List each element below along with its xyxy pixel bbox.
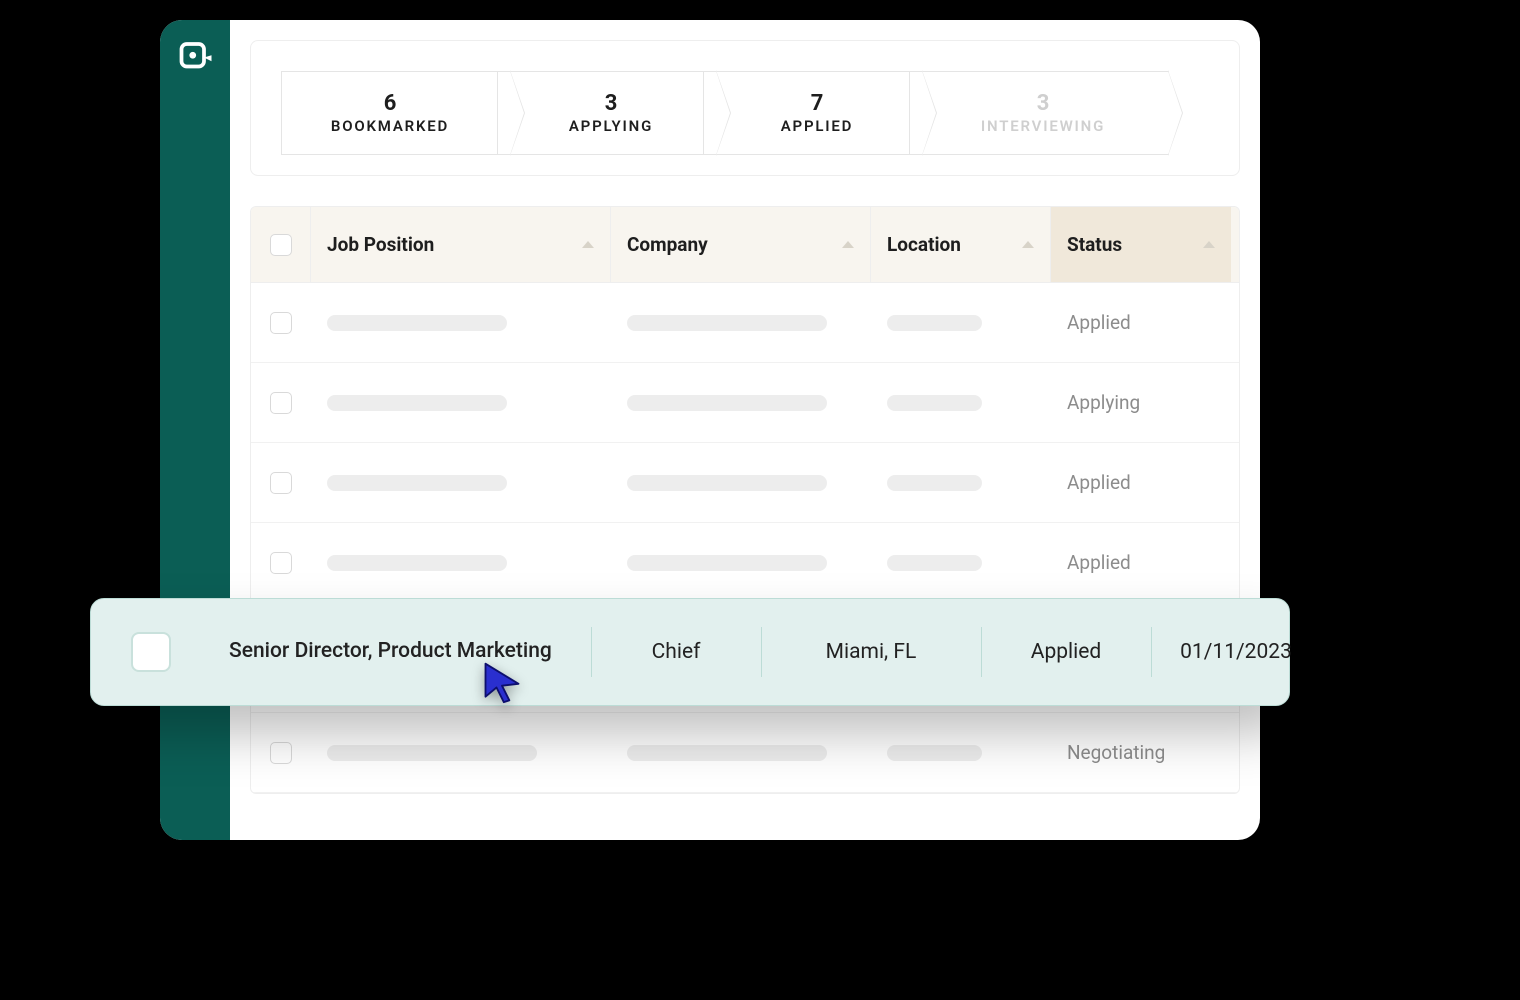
- status-text: Applied: [1031, 640, 1101, 664]
- sort-asc-icon: [1203, 241, 1215, 248]
- row-checkbox[interactable]: [270, 472, 292, 494]
- column-header-status[interactable]: Status: [1051, 207, 1231, 282]
- skeleton-placeholder: [327, 555, 507, 571]
- stage-bookmarked[interactable]: 6 BOOKMARKED: [281, 71, 511, 155]
- checkbox-icon[interactable]: [270, 234, 292, 256]
- table-row[interactable]: Applied: [251, 283, 1239, 363]
- table-row[interactable]: Applied: [251, 523, 1239, 603]
- highlight-location-cell: Miami, FL: [761, 619, 981, 685]
- skeleton-placeholder: [887, 475, 982, 491]
- sidebar: [160, 20, 230, 840]
- table-row[interactable]: Applied: [251, 443, 1239, 523]
- table-row[interactable]: Applying: [251, 363, 1239, 443]
- status-cell: Applied: [1051, 529, 1231, 596]
- app-window: 6 BOOKMARKED 3 APPLYING 7 APPLIED 3 INTE…: [160, 20, 1260, 840]
- status-cell: Applied: [1051, 449, 1231, 516]
- highlight-checkbox-cell[interactable]: [91, 619, 211, 685]
- location-text: Miami, FL: [826, 640, 917, 664]
- highlighted-job-row[interactable]: Senior Director, Product Marketing Chief…: [90, 598, 1290, 706]
- row-checkbox[interactable]: [270, 742, 292, 764]
- skeleton-placeholder: [887, 315, 982, 331]
- status-cell: Applying: [1051, 369, 1231, 436]
- row-checkbox[interactable]: [270, 312, 292, 334]
- stage-count: 3: [605, 91, 618, 117]
- highlight-date-cell: 01/11/2023: [1151, 619, 1321, 685]
- skeleton-placeholder: [887, 745, 982, 761]
- sort-asc-icon: [582, 241, 594, 248]
- pipeline-container: 6 BOOKMARKED 3 APPLYING 7 APPLIED 3 INTE…: [250, 40, 1240, 176]
- row-checkbox[interactable]: [270, 552, 292, 574]
- sort-asc-icon: [842, 241, 854, 248]
- company-name: Chief: [652, 640, 701, 664]
- stage-label: BOOKMARKED: [331, 117, 449, 135]
- row-checkbox[interactable]: [270, 392, 292, 414]
- column-header-company[interactable]: Company: [611, 207, 871, 282]
- app-logo-icon: [177, 38, 213, 74]
- stage-label: APPLIED: [781, 117, 854, 135]
- highlight-title-cell: Senior Director, Product Marketing: [211, 619, 591, 685]
- sort-asc-icon: [1022, 241, 1034, 248]
- status-cell: Applied: [1051, 289, 1231, 356]
- highlight-company-cell: Chief: [591, 619, 761, 685]
- stage-count: 6: [384, 91, 397, 117]
- skeleton-placeholder: [627, 395, 827, 411]
- highlight-status-cell: Applied: [981, 619, 1151, 685]
- table-header: Job Position Company Location Status: [251, 207, 1239, 283]
- skeleton-placeholder: [627, 745, 827, 761]
- column-header-location[interactable]: Location: [871, 207, 1051, 282]
- column-label: Status: [1067, 233, 1122, 256]
- skeleton-placeholder: [627, 315, 827, 331]
- skeleton-placeholder: [327, 745, 537, 761]
- cursor-pointer-icon: [480, 660, 524, 704]
- skeleton-placeholder: [327, 395, 507, 411]
- stage-count: 3: [1037, 91, 1050, 117]
- stage-applying[interactable]: 3 APPLYING: [497, 71, 717, 155]
- table-row[interactable]: Negotiating: [251, 713, 1239, 793]
- skeleton-placeholder: [887, 555, 982, 571]
- date-text: 01/11/2023: [1180, 640, 1292, 664]
- select-all-cell[interactable]: [251, 207, 311, 282]
- column-label: Location: [887, 233, 961, 256]
- skeleton-placeholder: [887, 395, 982, 411]
- column-label: Job Position: [327, 233, 434, 256]
- stage-applied[interactable]: 7 APPLIED: [703, 71, 923, 155]
- skeleton-placeholder: [327, 315, 507, 331]
- stage-count: 7: [811, 91, 824, 117]
- pipeline: 6 BOOKMARKED 3 APPLYING 7 APPLIED 3 INTE…: [281, 71, 1209, 155]
- status-cell: Negotiating: [1051, 719, 1231, 786]
- skeleton-placeholder: [627, 475, 827, 491]
- skeleton-placeholder: [327, 475, 507, 491]
- stage-label: INTERVIEWING: [981, 117, 1105, 135]
- column-label: Company: [627, 233, 708, 256]
- main-content: 6 BOOKMARKED 3 APPLYING 7 APPLIED 3 INTE…: [230, 20, 1260, 840]
- checkbox-icon[interactable]: [131, 632, 171, 672]
- skeleton-placeholder: [627, 555, 827, 571]
- column-header-job-position[interactable]: Job Position: [311, 207, 611, 282]
- stage-label: APPLYING: [569, 117, 653, 135]
- stage-interviewing[interactable]: 3 INTERVIEWING: [909, 71, 1169, 155]
